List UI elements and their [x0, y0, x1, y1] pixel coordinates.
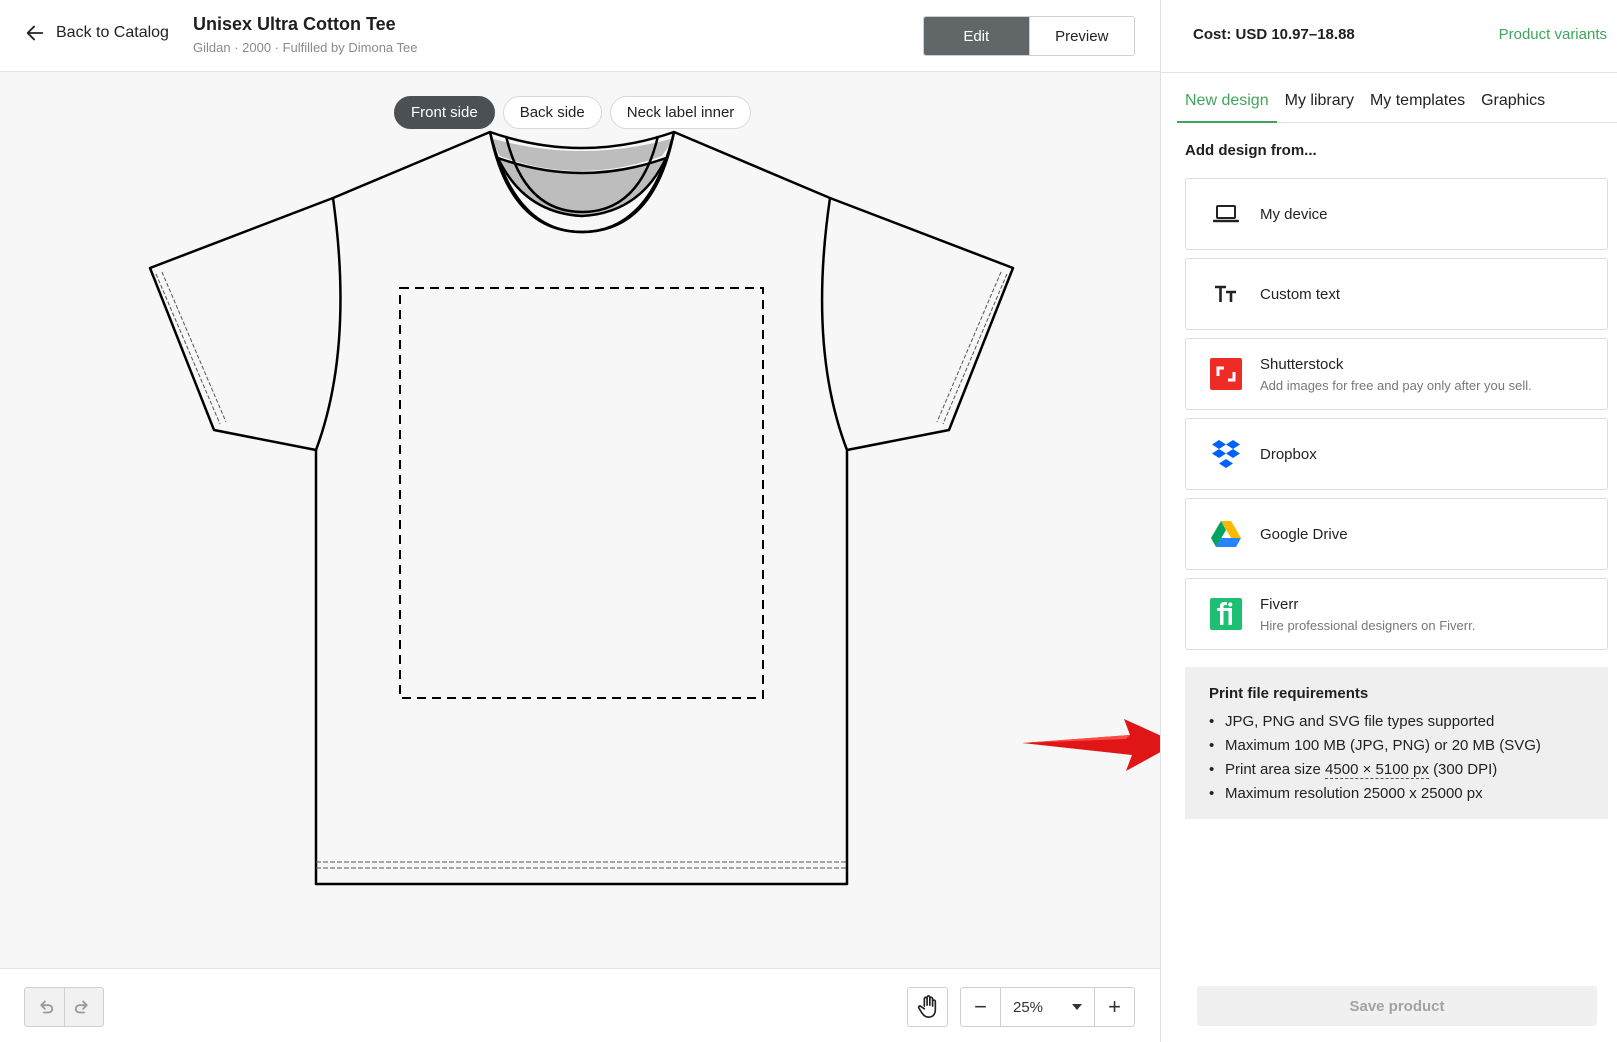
undo-icon [40, 1000, 54, 1014]
preview-button[interactable]: Preview [1028, 17, 1134, 55]
tshirt-mockup [148, 130, 1015, 886]
redo-icon [74, 1000, 88, 1014]
redo-button[interactable] [63, 988, 104, 1026]
tab-graphics[interactable]: Graphics [1473, 88, 1553, 123]
edit-preview-toggle: Edit Preview [923, 16, 1135, 56]
google-drive-icon [1210, 518, 1242, 550]
dropbox-icon [1210, 438, 1242, 470]
requirement-item: Maximum 100 MB (JPG, PNG) or 20 MB (SVG) [1209, 734, 1584, 758]
undo-redo-group [24, 987, 104, 1027]
source-dropbox[interactable]: Dropbox [1185, 418, 1608, 490]
tab-neck-label-inner[interactable]: Neck label inner [609, 96, 752, 129]
source-name: Custom text [1260, 285, 1341, 303]
source-name: Fiverr [1260, 595, 1299, 613]
product-subtitle: Gildan · 2000 · Fulfilled by Dimona Tee [193, 40, 418, 55]
red-arrow-annotation [1022, 719, 1177, 771]
side-tabs: Front side Back side Neck label inner [394, 96, 752, 129]
source-name: My device [1260, 205, 1328, 223]
zoom-value: 25% [1013, 998, 1044, 1016]
print-file-requirements: Print file requirements JPG, PNG and SVG… [1185, 667, 1608, 819]
source-google-drive[interactable]: Google Drive [1185, 498, 1608, 570]
print-area-dpi: (300 DPI) [1433, 761, 1498, 778]
zoom-in-button[interactable]: + [1094, 988, 1134, 1026]
save-product-button[interactable]: Save product [1197, 986, 1597, 1026]
product-variants-link[interactable]: Product variants [1499, 26, 1607, 43]
back-label: Back to Catalog [56, 24, 169, 41]
text-icon [1210, 278, 1242, 310]
print-area-prefix: Print area size [1225, 761, 1321, 778]
requirement-item: Maximum resolution 25000 x 25000 px [1209, 782, 1584, 806]
tshirt-outline [148, 130, 1015, 886]
design-source-list: My device Custom text Shutterstock Add i… [1185, 178, 1608, 658]
tab-my-library[interactable]: My library [1277, 88, 1362, 123]
zoom-select[interactable]: 25% [1001, 988, 1094, 1026]
requirements-title: Print file requirements [1209, 685, 1369, 702]
source-name: Dropbox [1260, 445, 1317, 463]
requirement-item-print-area: Print area size 4500 × 5100 px (300 DPI) [1209, 758, 1584, 782]
design-editor: Back to Catalog Unisex Ultra Cotton Tee … [0, 0, 1177, 1042]
requirement-item: JPG, PNG and SVG file types supported [1209, 710, 1584, 734]
caret-down-icon [1072, 1004, 1082, 1010]
pan-tool-button[interactable] [907, 987, 948, 1027]
source-description: Hire professional designers on Fiverr. [1260, 617, 1476, 633]
back-to-catalog-link[interactable]: Back to Catalog [24, 22, 169, 44]
tab-back-side[interactable]: Back side [502, 96, 602, 129]
add-design-heading: Add design from... [1185, 142, 1317, 159]
product-title: Unisex Ultra Cotton Tee [193, 14, 396, 34]
zoom-control: − 25% + [960, 987, 1135, 1027]
tab-new-design[interactable]: New design [1177, 88, 1277, 123]
source-fiverr[interactable]: Fiverr Hire professional designers on Fi… [1185, 578, 1608, 650]
laptop-icon [1210, 198, 1242, 230]
shutterstock-icon [1210, 358, 1242, 390]
design-sidebar: Cost: USD 10.97–18.88 Product variants N… [1160, 0, 1617, 1042]
source-my-device[interactable]: My device [1185, 178, 1608, 250]
editor-header: Back to Catalog Unisex Ultra Cotton Tee … [0, 0, 1160, 72]
source-name: Google Drive [1260, 525, 1348, 543]
source-name: Shutterstock [1260, 355, 1344, 373]
fiverr-icon [1210, 598, 1242, 630]
tab-front-side[interactable]: Front side [394, 96, 495, 129]
print-area-size[interactable]: 4500 × 5100 px [1325, 761, 1429, 779]
hand-icon [917, 995, 936, 1018]
arrow-left-icon [26, 25, 44, 41]
cost-label: Cost: USD 10.97–18.88 [1193, 26, 1355, 43]
source-custom-text[interactable]: Custom text [1185, 258, 1608, 330]
edit-button[interactable]: Edit [924, 17, 1029, 55]
design-tabs: New design My library My templates Graph… [1177, 88, 1617, 123]
editor-toolbar: − 25% + [0, 968, 1160, 1042]
divider [1161, 72, 1617, 73]
tab-my-templates[interactable]: My templates [1362, 88, 1473, 123]
source-description: Add images for free and pay only after y… [1260, 377, 1532, 393]
undo-button[interactable] [25, 988, 64, 1026]
zoom-out-button[interactable]: − [961, 988, 1001, 1026]
source-shutterstock[interactable]: Shutterstock Add images for free and pay… [1185, 338, 1608, 410]
